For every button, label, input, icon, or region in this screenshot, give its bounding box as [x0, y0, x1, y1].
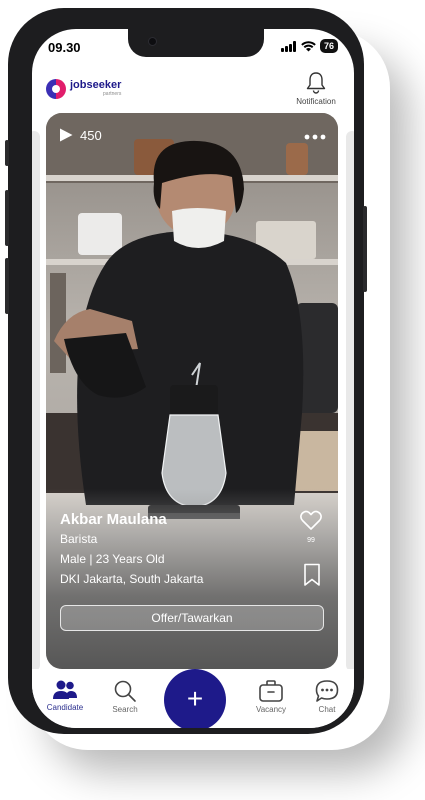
candidate-location: DKI Jakarta, South Jakarta [60, 572, 204, 586]
views-counter: 450 [58, 127, 102, 143]
bell-icon [306, 72, 326, 94]
like-count: 99 [307, 537, 315, 544]
candidate-card[interactable]: 450 Akbar Maulana Barista Male | 23 Year… [46, 113, 338, 669]
phone-frame: 09.30 76 jobseeker partners Notification… [5, 8, 367, 734]
tab-chat[interactable]: Chat [302, 679, 352, 714]
search-icon [114, 680, 136, 702]
bookmark-icon [304, 563, 320, 586]
tab-chat-label: Chat [318, 705, 336, 714]
wifi-icon [301, 40, 316, 51]
next-card-peek[interactable] [346, 131, 354, 671]
status-time: 09.30 [48, 40, 81, 55]
more-horizontal-icon [304, 134, 326, 140]
app-header: jobseeker partners Notification [32, 71, 354, 109]
tab-vacancy[interactable]: Vacancy [246, 679, 296, 714]
chat-bubble-icon [315, 680, 339, 702]
heart-icon [300, 510, 322, 530]
mockup-stage: 09.30 76 jobseeker partners Notification… [0, 0, 425, 800]
add-button[interactable]: + [164, 669, 226, 728]
logo-mark-icon [46, 79, 66, 99]
tab-vacancy-label: Vacancy [255, 705, 287, 714]
play-icon [60, 128, 73, 142]
previous-card-peek[interactable] [32, 131, 40, 671]
users-icon [53, 680, 77, 699]
app-logo[interactable]: jobseeker partners [46, 79, 121, 99]
more-options-button[interactable] [304, 127, 326, 140]
offer-button[interactable]: Offer/Tawarkan [60, 605, 324, 631]
notification-button[interactable]: Notification [292, 71, 340, 106]
tab-search-label: Search [112, 705, 138, 714]
tab-candidate-label: Candidate [46, 703, 84, 712]
bookmark-button[interactable] [303, 563, 321, 592]
tab-candidate[interactable]: Candidate [40, 679, 90, 712]
signal-icon [280, 40, 296, 52]
candidate-gender-age: Male | 23 Years Old [60, 552, 165, 566]
bottom-tab-bar: Candidate Search + Vacancy Chat [32, 669, 354, 728]
logo-subtitle: partners [103, 91, 122, 97]
tab-search[interactable]: Search [100, 679, 150, 714]
candidate-name: Akbar Maulana [60, 511, 167, 528]
notch [128, 29, 264, 57]
views-count: 450 [80, 127, 102, 143]
front-camera [148, 37, 157, 46]
candidate-info-panel: Akbar Maulana Barista Male | 23 Years Ol… [46, 489, 338, 669]
like-button[interactable]: 99 [298, 509, 324, 544]
volume-down-button [5, 258, 9, 314]
power-button [363, 206, 367, 292]
briefcase-icon [259, 680, 283, 702]
volume-up-button [5, 190, 9, 246]
logo-text: jobseeker partners [70, 79, 121, 97]
status-icons: 76 [280, 39, 338, 53]
card-top-bar: 450 [58, 127, 326, 147]
phone-screen: 09.30 76 jobseeker partners Notification… [32, 29, 354, 728]
mute-switch [5, 140, 9, 166]
battery-indicator: 76 [319, 39, 338, 53]
candidate-role: Barista [60, 532, 98, 546]
notification-label: Notification [296, 97, 336, 106]
